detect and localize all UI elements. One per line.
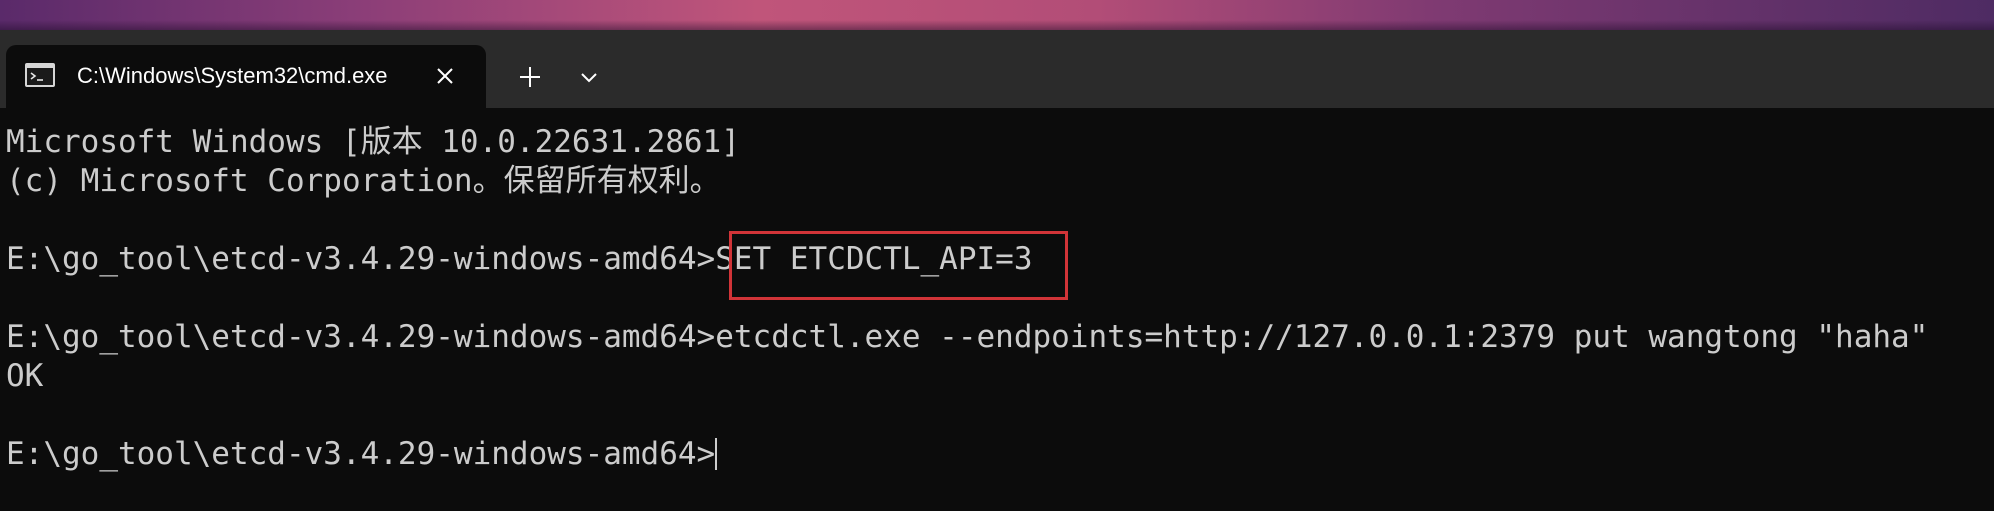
console-line: (c) Microsoft Corporation。保留所有权利。 — [6, 163, 721, 199]
highlight-box — [729, 231, 1068, 300]
console-line: E:\go_tool\etcd-v3.4.29-windows-amd64>et… — [6, 319, 1929, 355]
console-line: OK — [6, 358, 44, 394]
text-cursor — [715, 438, 718, 470]
close-icon[interactable] — [430, 61, 460, 91]
tab-cmd[interactable]: C:\Windows\System32\cmd.exe — [6, 45, 486, 108]
tab-title: C:\Windows\System32\cmd.exe — [77, 63, 388, 88]
console-prompt: E:\go_tool\etcd-v3.4.29-windows-amd64> — [6, 436, 716, 472]
plus-icon[interactable] — [513, 60, 547, 94]
cmd-icon — [25, 63, 55, 87]
console-line: Microsoft Windows [版本 10.0.22631.2861] — [6, 124, 740, 160]
terminal-titlebar: C:\Windows\System32\cmd.exe — [0, 30, 1994, 108]
console-prompt-line: E:\go_tool\etcd-v3.4.29-windows-amd64> — [6, 436, 718, 472]
desktop-wallpaper-strip — [0, 0, 1994, 30]
chevron-down-icon[interactable] — [572, 60, 606, 94]
